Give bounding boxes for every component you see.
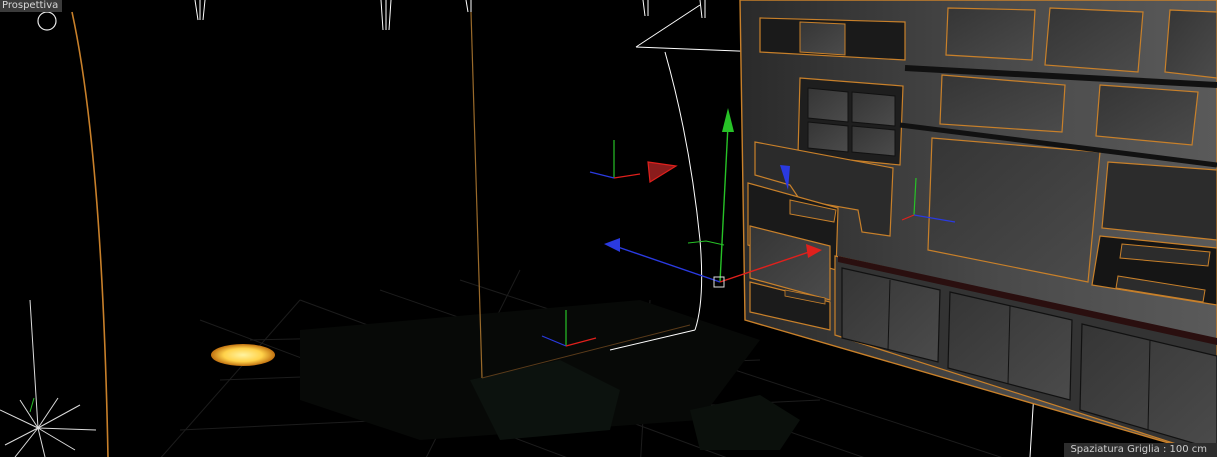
scene-canvas[interactable] [0,0,1217,457]
left-wall-edge [71,11,109,457]
omni-light-icon [0,299,97,457]
grid-spacing-label: Spaziatura Griglia : 100 cm [1064,443,1217,457]
floor-objects [300,300,800,450]
3d-viewport[interactable]: Prospettiva Spaziatura Griglia : 100 cm [0,0,1217,457]
spot-light-glow [211,344,275,366]
view-name-label[interactable]: Prospettiva [0,0,63,12]
camera-icon [37,11,57,31]
cabinet-wall [739,0,1217,457]
